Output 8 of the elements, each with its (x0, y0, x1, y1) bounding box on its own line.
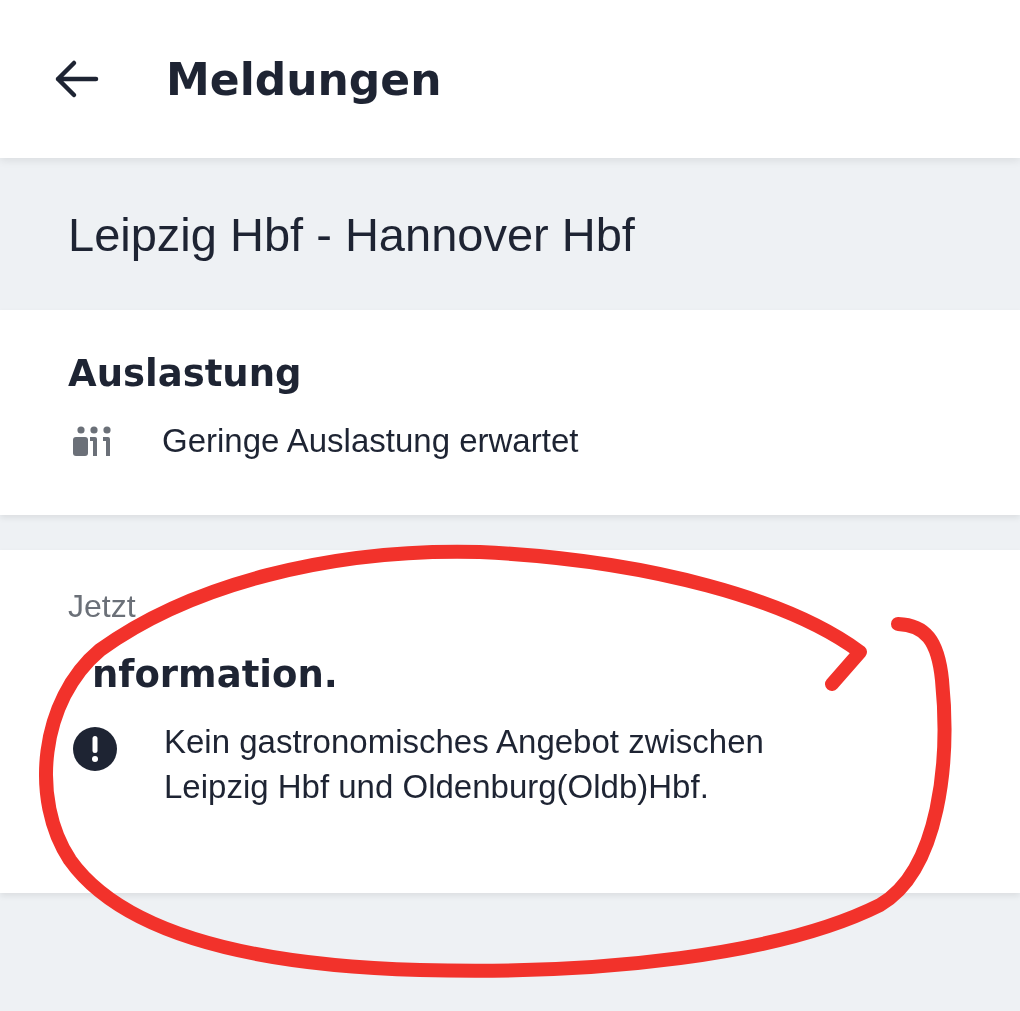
message-heading: nformation. (92, 653, 339, 696)
occupancy-text: Geringe Auslastung erwartet (162, 421, 579, 461)
section-heading: Auslastung (68, 352, 303, 395)
page-title: Meldungen (166, 53, 442, 105)
warning-icon (72, 726, 118, 772)
message-time: Jetzt (68, 588, 137, 625)
message-text: Kein gastronomisches Angebot zwischen Leipzig Hbf und Oldenburg(Oldb)Hbf. (164, 722, 765, 807)
route-title: Leipzig Hbf - Hannover Hbf (68, 206, 635, 262)
